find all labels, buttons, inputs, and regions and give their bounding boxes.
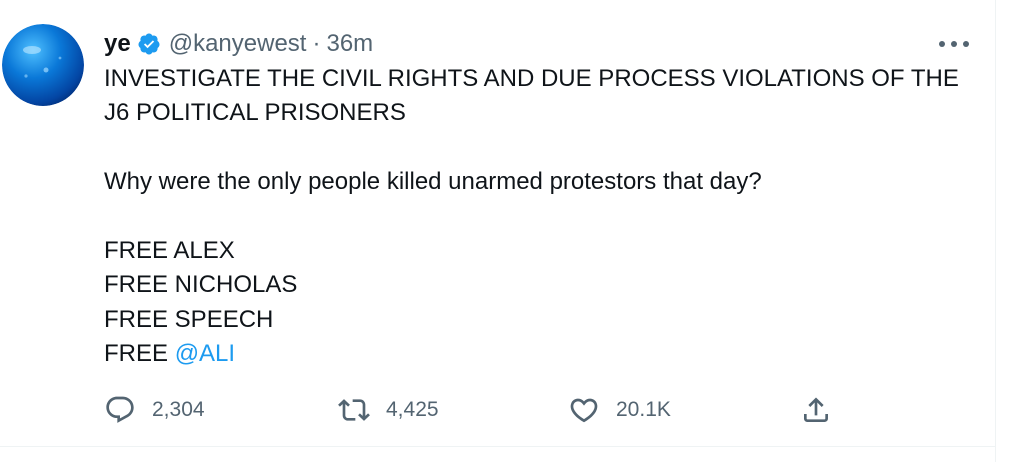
tweet-line: FREE SPEECH [104, 305, 274, 333]
tweet-line: INVESTIGATE THE CIVIL RIGHTS AND DUE PRO… [104, 65, 959, 92]
like-button[interactable]: 20.1K [568, 394, 671, 426]
tweet-line-prefix: FREE [104, 340, 169, 368]
retweet-button[interactable]: 4,425 [338, 394, 439, 426]
tweet-line: J6 POLITICAL PRISONERS [104, 99, 406, 127]
tweet-line: Why were the only people killed unarmed … [104, 168, 762, 196]
reply-count: 2,304 [152, 398, 205, 421]
divider-right [995, 0, 996, 462]
avatar[interactable] [2, 24, 84, 106]
header-separator: · [312, 30, 321, 57]
reply-icon [104, 394, 136, 426]
tweet-line: FREE NICHOLAS [104, 271, 298, 299]
retweet-count: 4,425 [386, 398, 439, 421]
tweet-header: ye @kanyewest · 36m [104, 28, 373, 60]
line-break [104, 200, 984, 234]
reply-button[interactable]: 2,304 [104, 394, 205, 426]
author-handle[interactable]: @kanyewest [169, 30, 307, 58]
heart-icon [568, 394, 600, 426]
verified-badge-icon [137, 32, 161, 56]
retweet-icon [338, 394, 370, 426]
author-name[interactable]: ye [104, 30, 131, 58]
tweet-actions: 2,304 4,425 20.1K [104, 394, 844, 426]
tweet-card[interactable]: ye @kanyewest · 36m INVESTIGATE THE CIVI… [0, 0, 1024, 462]
share-button[interactable] [800, 394, 832, 426]
tweet-text: INVESTIGATE THE CIVIL RIGHTS AND DUE PRO… [104, 62, 984, 372]
like-count: 20.1K [616, 398, 671, 421]
mention-link[interactable]: @ALI [175, 340, 235, 367]
share-icon [800, 394, 832, 426]
divider-bottom [0, 446, 996, 447]
tweet-timestamp[interactable]: 36m [326, 30, 373, 58]
line-break [104, 131, 984, 165]
more-options-icon[interactable] [936, 34, 972, 54]
tweet-line: FREE @ALI [104, 337, 984, 371]
tweet-line: FREE ALEX [104, 236, 235, 264]
